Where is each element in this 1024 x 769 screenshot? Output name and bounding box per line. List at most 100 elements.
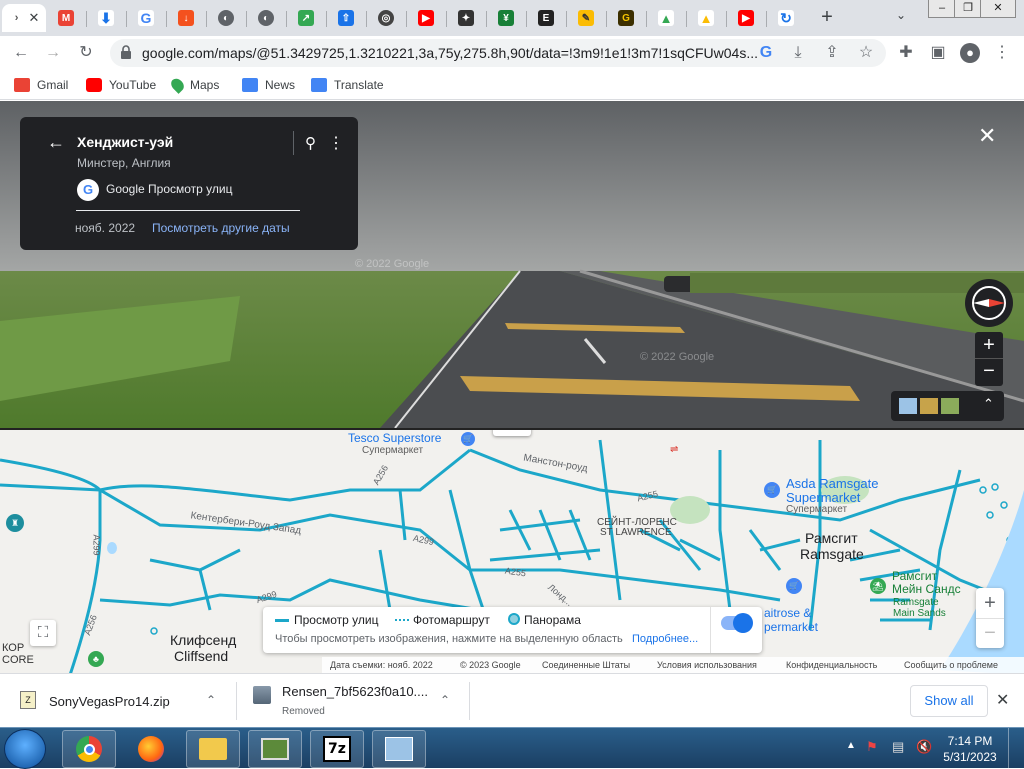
- taskbar-firefox[interactable]: [124, 730, 178, 768]
- extensions-icon[interactable]: ✚: [896, 43, 916, 63]
- asda-label-2[interactable]: Supermarket: [786, 490, 860, 505]
- terms-link[interactable]: Условия использования: [657, 660, 757, 670]
- bookmark-gmail[interactable]: Gmail: [14, 77, 68, 93]
- url-text[interactable]: google.com/maps/@51.3429725,1.3210221,3a…: [142, 45, 758, 61]
- attraction-pin-icon[interactable]: ♜: [6, 514, 24, 532]
- see-other-dates-link[interactable]: Посмотреть другие даты: [152, 221, 290, 235]
- show-desktop-button[interactable]: [1008, 728, 1024, 769]
- tab-doc[interactable]: ¥: [486, 4, 526, 32]
- tab-drive[interactable]: ▲: [646, 4, 686, 32]
- close-icon[interactable]: ✕: [29, 10, 40, 26]
- tab-globe[interactable]: ◐: [206, 4, 246, 32]
- taskbar-app[interactable]: [248, 730, 302, 768]
- address-bar[interactable]: google.com/maps/@51.3429725,1.3210221,3a…: [110, 39, 886, 67]
- action-center-icon[interactable]: ▤: [892, 739, 904, 755]
- tray-expand-icon[interactable]: ▲: [846, 740, 856, 751]
- beach-icon[interactable]: ⛱: [870, 578, 886, 594]
- expand-chevron-icon[interactable]: ⌃: [983, 396, 994, 412]
- tab-game[interactable]: ✦: [446, 4, 486, 32]
- forward-arrow-icon[interactable]: →: [43, 43, 63, 63]
- map-zoom-out-button[interactable]: −: [976, 618, 1004, 648]
- tab-download-orange[interactable]: ↓: [166, 4, 206, 32]
- park-pin-icon[interactable]: ♣: [88, 651, 104, 667]
- chevron-up-icon[interactable]: ⌃: [206, 693, 216, 707]
- show-all-button[interactable]: Show all: [910, 685, 988, 717]
- new-tab-button[interactable]: +: [816, 6, 838, 28]
- map-view[interactable]: Tesco Superstore 🛒 Супермаркет Манстон-р…: [0, 428, 1024, 673]
- network-warning-icon[interactable]: ⚑: [866, 739, 878, 755]
- shopping-cart-icon[interactable]: 🛒: [786, 578, 802, 594]
- lock-icon[interactable]: [120, 45, 132, 59]
- tab-globe-2[interactable]: ◐: [246, 4, 286, 32]
- start-button[interactable]: [4, 729, 46, 769]
- waitrose-label[interactable]: aitrose &: [764, 606, 811, 620]
- asda-label[interactable]: Asda Ramsgate: [786, 476, 879, 491]
- zoom-in-button[interactable]: +: [975, 332, 1003, 359]
- install-icon[interactable]: ⤓: [788, 43, 808, 63]
- sands-label-ru-1[interactable]: Рамсгит: [892, 569, 937, 583]
- tab-loading[interactable]: ↻: [766, 4, 806, 32]
- google-lens-icon[interactable]: G: [756, 43, 776, 63]
- sands-label-ru-2[interactable]: Мейн Сандс: [892, 582, 961, 596]
- tab-e[interactable]: E: [526, 4, 566, 32]
- tesco-label[interactable]: Tesco Superstore: [348, 431, 441, 445]
- close-window-button[interactable]: ✕: [980, 0, 1016, 18]
- learn-more-link[interactable]: Подробнее...: [632, 633, 698, 645]
- tab-youtube[interactable]: ▶: [406, 4, 446, 32]
- thumbnail-grass[interactable]: [941, 398, 959, 414]
- waitrose-label-2[interactable]: permarket: [764, 620, 818, 634]
- tab-youtube-2[interactable]: ▶: [726, 4, 766, 32]
- tab-active[interactable]: › ✕: [2, 4, 46, 32]
- taskbar-control-panel[interactable]: [372, 730, 426, 768]
- reload-icon[interactable]: ↻: [76, 43, 96, 63]
- profile-avatar[interactable]: ●: [960, 43, 980, 63]
- more-options-icon[interactable]: ⋮: [328, 133, 344, 153]
- system-clock[interactable]: 7:14 PM 5/31/2023: [940, 733, 1000, 765]
- privacy-link[interactable]: Конфиденциальность: [786, 660, 877, 670]
- chevron-up-icon[interactable]: ⌃: [440, 693, 450, 707]
- tab-google[interactable]: G: [126, 4, 166, 32]
- shopping-cart-icon[interactable]: 🛒: [461, 432, 475, 446]
- taskbar-chrome[interactable]: [62, 730, 116, 768]
- country-link[interactable]: Соединенные Штаты: [542, 660, 630, 670]
- taskbar-explorer[interactable]: [186, 730, 240, 768]
- tab-drive-2[interactable]: ▲: [686, 4, 726, 32]
- map-zoom-in-button[interactable]: +: [976, 588, 1004, 618]
- minimize-button[interactable]: –: [928, 0, 956, 18]
- street-view-toggle[interactable]: [721, 613, 753, 633]
- tab-share[interactable]: ↗: [286, 4, 326, 32]
- thumbnail-sky[interactable]: [899, 398, 917, 414]
- rail-station-icon[interactable]: ⇌: [670, 444, 678, 455]
- volume-muted-icon[interactable]: 🔇: [916, 739, 932, 755]
- side-panel-icon[interactable]: ▣: [928, 43, 948, 63]
- resize-handle[interactable]: [493, 430, 531, 436]
- tab-download[interactable]: ⬇: [86, 4, 126, 32]
- tab-search-chevron-icon[interactable]: ⌄: [896, 8, 906, 22]
- back-arrow-icon[interactable]: ←: [47, 132, 65, 153]
- bookmark-translate[interactable]: Translate: [311, 77, 384, 93]
- tab-pen[interactable]: ✎: [566, 4, 606, 32]
- close-icon[interactable]: ✕: [996, 690, 1009, 710]
- taskbar-7zip[interactable]: 7z: [310, 730, 364, 768]
- street-view-panorama[interactable]: © 2022 Google © 2022 Google ← Хенджист-у…: [0, 101, 1024, 428]
- compass-icon[interactable]: [965, 279, 1013, 327]
- bookmark-youtube[interactable]: YouTube: [86, 77, 156, 93]
- download-item[interactable]: Rensen_7bf5623f0a10.... Removed ⌃: [237, 674, 469, 728]
- shopping-cart-icon[interactable]: 🛒: [764, 482, 780, 498]
- tab-chrome[interactable]: ◎: [366, 4, 406, 32]
- tab-gmail[interactable]: M: [46, 4, 86, 32]
- bookmark-star-icon[interactable]: ☆: [856, 43, 876, 63]
- bookmark-maps[interactable]: Maps: [168, 76, 219, 94]
- download-item[interactable]: Z SonyVegasPro14.zip ⌃: [0, 674, 236, 728]
- fullscreen-icon[interactable]: ⛶: [30, 620, 56, 646]
- share-icon[interactable]: ⇪: [822, 43, 842, 63]
- tab-g[interactable]: G: [606, 4, 646, 32]
- menu-kebab-icon[interactable]: ⋮: [992, 43, 1012, 63]
- bookmark-news[interactable]: News: [242, 77, 295, 93]
- location-pin-icon[interactable]: ⚲: [305, 134, 316, 152]
- thumbnail-field[interactable]: [920, 398, 938, 414]
- tab-upload[interactable]: ⇧: [326, 4, 366, 32]
- close-street-view-icon[interactable]: ✕: [978, 123, 996, 149]
- back-arrow-icon[interactable]: ←: [11, 43, 31, 63]
- report-problem-link[interactable]: Сообщить о проблеме: [904, 660, 998, 670]
